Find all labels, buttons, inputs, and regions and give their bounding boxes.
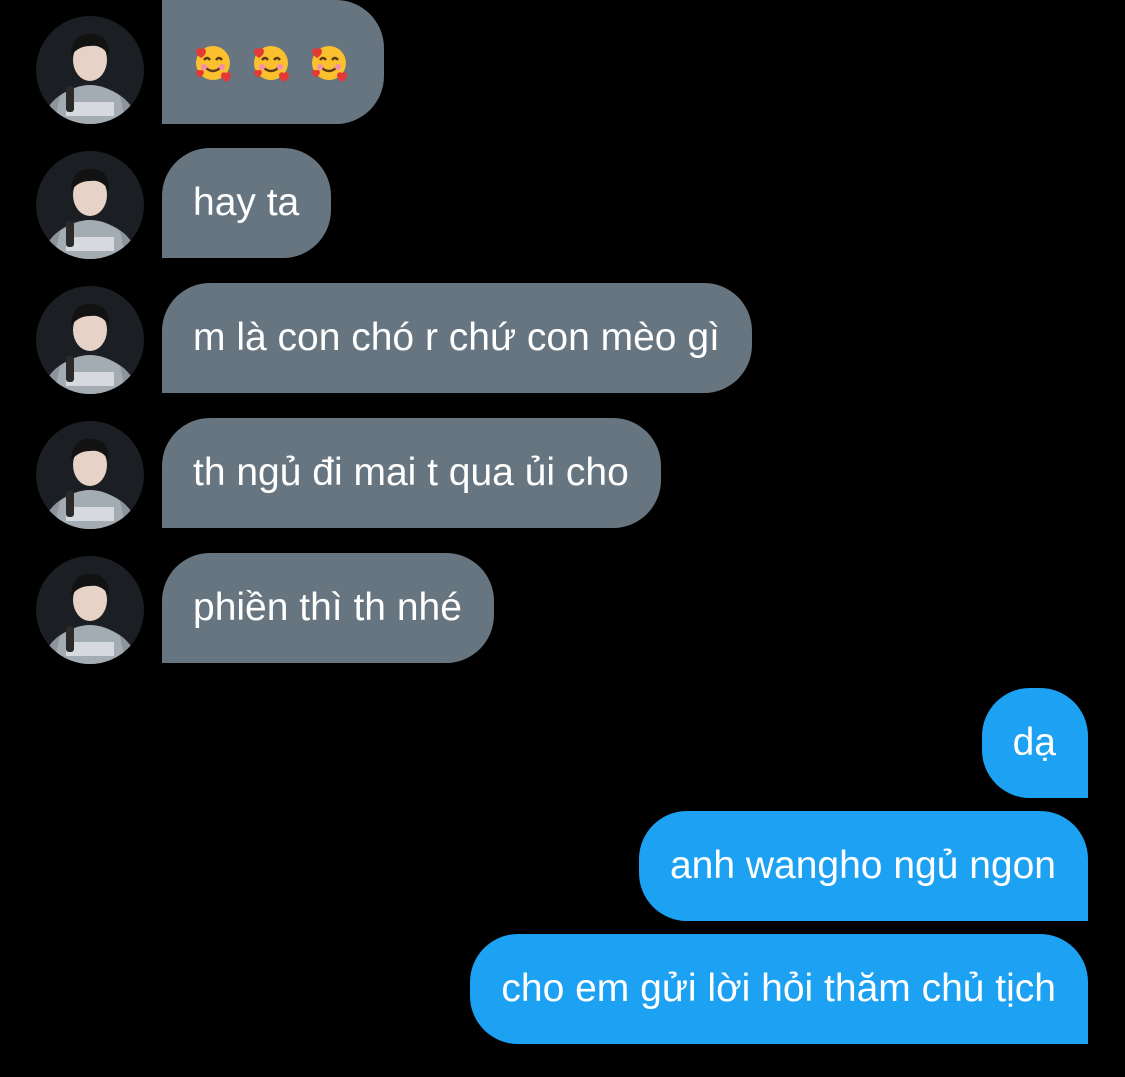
avatar-image bbox=[36, 421, 144, 529]
message-text: anh wangho ngủ ngon bbox=[669, 844, 1056, 887]
smiling-face-with-hearts-icon bbox=[193, 42, 233, 82]
message-text: dạ bbox=[1012, 721, 1056, 764]
avatar-image bbox=[36, 16, 144, 124]
message-text: cho em gửi lời hỏi thăm chủ tịch bbox=[501, 967, 1056, 1010]
outgoing-message-bubble[interactable]: cho em gửi lời hỏi thăm chủ tịch bbox=[470, 934, 1088, 1044]
emoji-row bbox=[193, 0, 352, 124]
outgoing-message-bubble[interactable]: anh wangho ngủ ngon bbox=[638, 811, 1088, 921]
message-text: th ngủ đi mai t qua ủi cho bbox=[193, 451, 629, 494]
sender-avatar[interactable] bbox=[36, 16, 144, 124]
smiling-face-with-hearts-icon bbox=[251, 42, 291, 82]
sender-avatar[interactable] bbox=[36, 151, 144, 259]
incoming-message-bubble[interactable]: hay ta bbox=[162, 148, 332, 258]
message-text: m là con chó r chứ con mèo gì bbox=[193, 316, 720, 359]
message-text: phiền thì th nhé bbox=[193, 586, 462, 629]
incoming-message-bubble[interactable] bbox=[162, 0, 384, 124]
dm-conversation: hay ta m là con chó r chứ con mèo gì th … bbox=[0, 0, 1125, 1077]
avatar-image bbox=[36, 556, 144, 664]
sender-avatar[interactable] bbox=[36, 421, 144, 529]
incoming-message-bubble[interactable]: m là con chó r chứ con mèo gì bbox=[162, 283, 752, 393]
smiling-face-with-hearts-icon bbox=[309, 42, 349, 82]
outgoing-message-bubble[interactable]: dạ bbox=[981, 688, 1088, 798]
sender-avatar[interactable] bbox=[36, 286, 144, 394]
avatar-image bbox=[36, 286, 144, 394]
avatar-image bbox=[36, 151, 144, 259]
sender-avatar[interactable] bbox=[36, 556, 144, 664]
incoming-message-bubble[interactable]: th ngủ đi mai t qua ủi cho bbox=[162, 418, 661, 528]
message-text: hay ta bbox=[193, 181, 300, 224]
incoming-message-bubble[interactable]: phiền thì th nhé bbox=[162, 553, 494, 663]
